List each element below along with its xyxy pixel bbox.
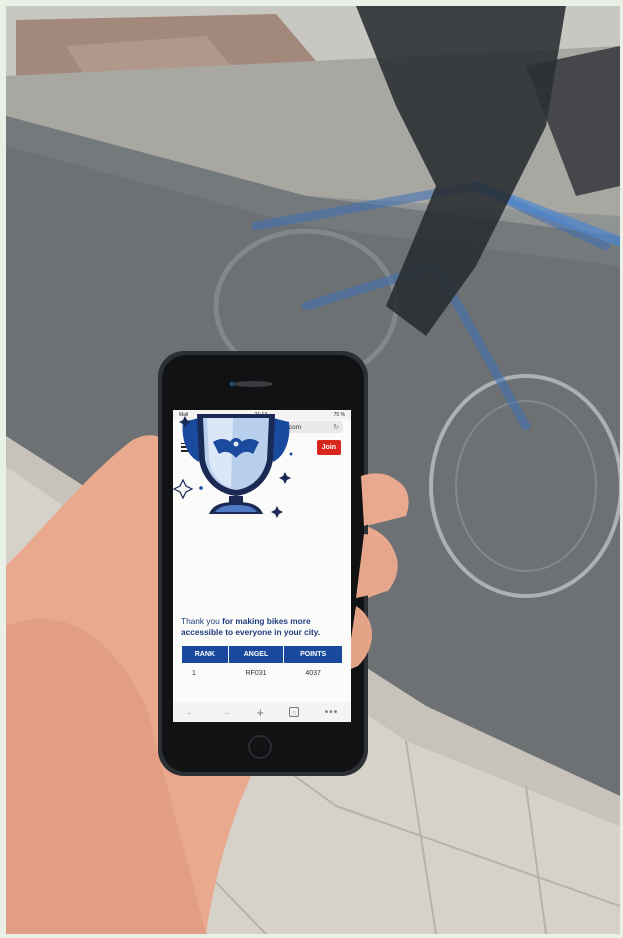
- plus-icon[interactable]: +: [256, 705, 264, 720]
- phone-screen: Mail 21:13 75 % 🔒 account.citibikenyc.co…: [173, 410, 351, 722]
- rank-cell: 1: [192, 669, 196, 677]
- trophy-icon: [173, 414, 293, 518]
- points-cell: 4037: [305, 669, 321, 677]
- table-row: 1 RF031 4037: [182, 663, 342, 683]
- column-header-points[interactable]: POINTS: [284, 646, 342, 663]
- photo-background: Mail 21:13 75 % 🔒 account.citibikenyc.co…: [6, 6, 620, 934]
- battery-label: 75 %: [333, 412, 345, 418]
- ellipsis-icon[interactable]: •••: [325, 707, 339, 718]
- forward-arrow-icon[interactable]: →: [221, 707, 231, 718]
- thank-you-message: Thank you for making bikes more accessib…: [181, 616, 321, 637]
- join-button[interactable]: Join: [316, 439, 341, 455]
- back-arrow-icon[interactable]: ←: [186, 707, 196, 718]
- angel-cell: RF031: [245, 669, 267, 677]
- leaderboard-table: RANK ANGEL POINTS 1 RF031 4037: [181, 646, 343, 683]
- column-header-rank[interactable]: RANK: [182, 646, 228, 663]
- tabs-icon[interactable]: ▢: [289, 707, 300, 717]
- browser-toolbar: ← → + ▢ •••: [173, 702, 351, 722]
- reload-icon[interactable]: ↻: [333, 423, 339, 431]
- column-header-angel[interactable]: ANGEL: [228, 646, 284, 663]
